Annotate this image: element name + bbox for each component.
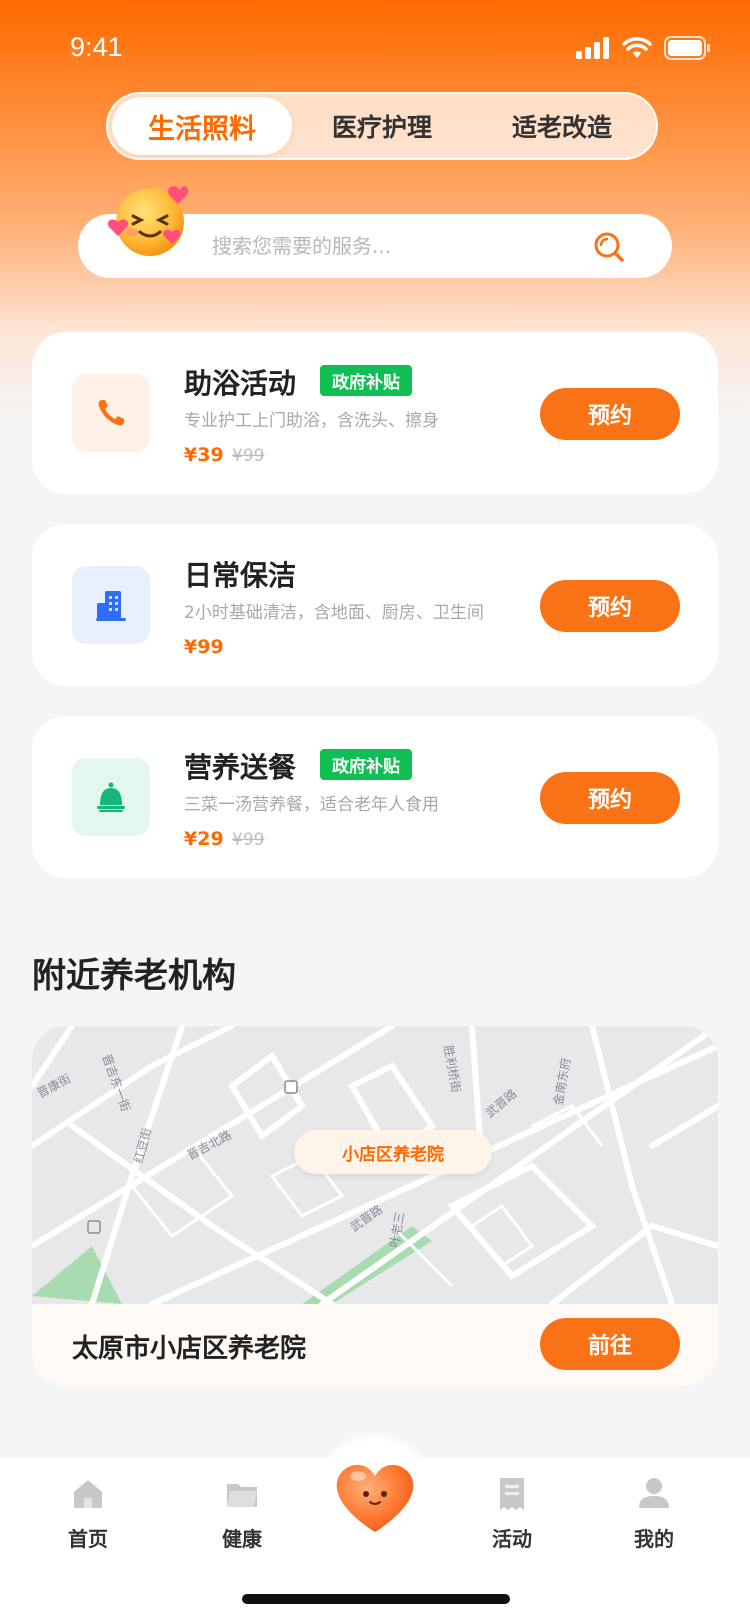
tabbar-item-health[interactable]: 健康 — [192, 1476, 292, 1552]
service-price: ¥29 — [184, 828, 224, 850]
service-description: 三菜一汤营养餐，适合老年人食用 — [184, 795, 439, 815]
tabbar-label: 首页 — [68, 1527, 108, 1551]
tab-life-care[interactable]: 生活照料 — [112, 97, 292, 155]
subsidy-badge: 政府补贴 — [320, 749, 412, 780]
tabbar-label: 健康 — [222, 1527, 262, 1551]
home-icon — [74, 1480, 102, 1508]
map-pin-label[interactable]: 小店区养老院 — [294, 1130, 492, 1174]
status-bar: 9:41 — [70, 32, 710, 68]
category-tabs: 生活照料 医疗护理 适老改造 — [106, 92, 658, 160]
tabbar-item-home[interactable]: 首页 — [38, 1476, 138, 1552]
book-button[interactable]: 预约 — [540, 772, 680, 824]
signal-icon — [576, 37, 609, 59]
status-time: 9:41 — [70, 32, 123, 62]
nearby-section-title: 附近养老机构 — [32, 956, 236, 996]
receipt-icon — [500, 1478, 524, 1510]
tabbar-item-activity[interactable]: 活动 — [462, 1476, 562, 1552]
service-title: 日常保洁 — [184, 559, 297, 592]
building-icon — [96, 591, 126, 621]
heart-icon — [336, 1464, 414, 1532]
center-heart-button[interactable] — [314, 1432, 436, 1554]
tab-medical-care[interactable]: 医疗护理 — [292, 97, 472, 155]
service-price: ¥39 — [184, 444, 224, 466]
institution-footer: 太原市小店区养老院 前往 — [32, 1304, 718, 1386]
book-button[interactable]: 预约 — [540, 388, 680, 440]
battery-icon — [664, 36, 710, 60]
service-title: 营养送餐 — [184, 751, 297, 784]
service-icon-box — [72, 374, 150, 452]
tabbar-label: 活动 — [492, 1527, 532, 1551]
book-button[interactable]: 预约 — [540, 580, 680, 632]
wifi-icon — [622, 37, 652, 58]
service-card-bath[interactable]: 助浴活动 政府补贴 专业护工上门助浴，含洗头、擦身 ¥39 ¥99 预约 — [32, 332, 718, 494]
service-price: ¥99 — [184, 636, 224, 658]
bell-icon — [97, 782, 125, 812]
subsidy-badge: 政府补贴 — [320, 365, 412, 396]
service-description: 专业护工上门助浴，含洗头、擦身 — [184, 411, 439, 431]
tabbar-label: 我的 — [634, 1527, 674, 1551]
original-price: ¥99 — [232, 446, 265, 466]
service-title: 助浴活动 — [184, 367, 297, 400]
search-icon[interactable] — [592, 230, 626, 264]
service-card-cleaning[interactable]: 日常保洁 2小时基础清洁，含地面、厨房、卫生间 ¥99 预约 — [32, 524, 718, 686]
home-indicator — [242, 1594, 510, 1604]
user-icon — [639, 1478, 669, 1508]
original-price: ¥99 — [232, 830, 265, 850]
service-icon-box — [72, 566, 150, 644]
nearby-map-card[interactable]: 晋康街 晋吉东一街 胜利桥街 金南东府 武晋路 晋吉北路 红豆街 武晋路 叶老三… — [32, 1026, 718, 1386]
tabbar-item-profile[interactable]: 我的 — [604, 1476, 704, 1552]
service-card-meal[interactable]: 营养送餐 政府补贴 三菜一汤营养餐，适合老年人食用 ¥29 ¥99 预约 — [32, 716, 718, 878]
search-input[interactable] — [212, 234, 562, 258]
smiling-face-with-hearts-icon — [108, 186, 189, 256]
phone-icon — [98, 400, 124, 426]
folder-icon — [227, 1484, 257, 1507]
institution-name: 太原市小店区养老院 — [72, 1334, 307, 1364]
navigate-button[interactable]: 前往 — [540, 1318, 680, 1370]
tab-elderly-renovation[interactable]: 适老改造 — [472, 97, 652, 155]
service-icon-box — [72, 758, 150, 836]
service-description: 2小时基础清洁，含地面、厨房、卫生间 — [184, 603, 484, 623]
